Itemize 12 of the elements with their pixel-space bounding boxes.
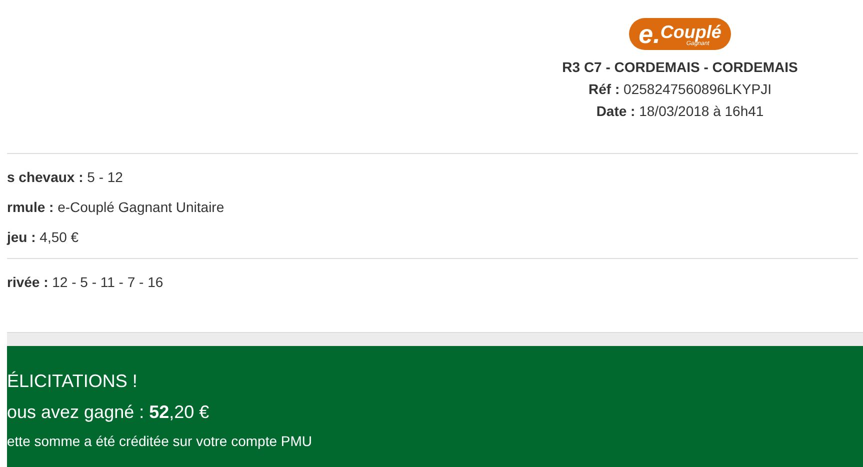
winnings-amount: ous avez gagné : 52,20 €	[7, 401, 210, 424]
bet-detail-line: s chevaux : 5 - 12	[7, 168, 124, 186]
arrival-line: rivée : 12 - 5 - 11 - 7 - 16	[7, 273, 164, 291]
race-title: R3 C7 - CORDEMAIS - CORDEMAIS	[562, 58, 798, 77]
bet-detail-line: jeu : 4,50 €	[7, 228, 80, 246]
banner-title: ÉLICITATIONS !	[7, 370, 138, 392]
bet-detail-line: rmule : e-Couplé Gagnant Unitaire	[7, 198, 226, 216]
logo-name: Couplé	[660, 23, 722, 41]
date-text: Date : 18/03/2018 à 16h41	[596, 102, 764, 121]
logo-prefix: e.	[638, 21, 660, 47]
reference-text: Réf : 0258247560896LKYPJI	[588, 80, 772, 99]
credit-note: ette somme a été créditée sur votre compte PMU	[7, 432, 314, 450]
